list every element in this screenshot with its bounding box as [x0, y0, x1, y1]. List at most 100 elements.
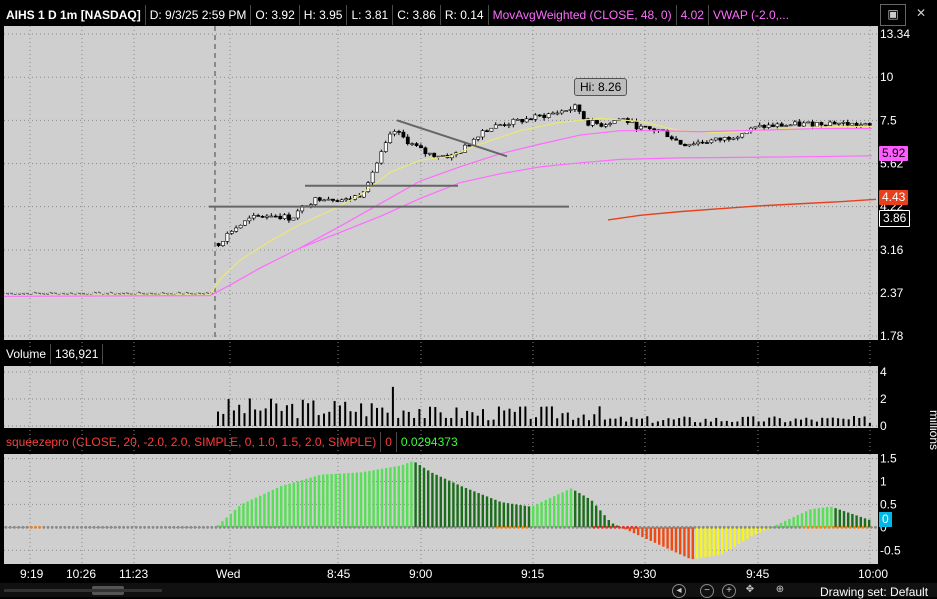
chart-svg: 13.34107.55.624.223.162.371.78420 million…: [3, 26, 937, 564]
squeeze-bar: [267, 491, 270, 528]
squeeze-dot: [332, 525, 335, 529]
squeeze-bar: [586, 497, 589, 528]
collapse-icon[interactable]: ◂: [672, 584, 686, 598]
zoom-out-icon[interactable]: −: [700, 584, 714, 598]
candle-body: [383, 142, 388, 152]
volume-bar: [863, 416, 866, 426]
squeeze-dot: [470, 525, 474, 529]
squeeze-bar: [431, 472, 434, 528]
volume-bar: [360, 403, 363, 426]
squeeze-dot: [202, 525, 205, 529]
candle-body: [705, 142, 709, 144]
volume-bar: [328, 411, 331, 426]
squeeze-bar: [414, 462, 417, 528]
candle-body: [674, 138, 679, 141]
candle-body: [863, 123, 868, 126]
crosshair-icon[interactable]: ⊕: [774, 584, 786, 596]
volume-bar: [275, 403, 278, 426]
squeeze-dot: [529, 525, 533, 529]
squeeze-dot: [34, 525, 37, 529]
candle-body: [696, 141, 701, 145]
squeeze-dot: [374, 525, 377, 529]
squeeze-dot: [428, 525, 432, 529]
volume-bar: [497, 406, 500, 426]
squeeze-bar: [784, 520, 787, 528]
squeeze-dot: [622, 525, 625, 529]
squeeze-dot: [336, 525, 340, 529]
squeeze-bar: [485, 496, 489, 528]
squeeze-dot: [21, 525, 25, 529]
squeeze-dot: [567, 525, 571, 529]
squeeze-bar: [674, 527, 678, 553]
volume-bar: [614, 418, 617, 426]
squeeze-dot: [794, 525, 797, 529]
squeeze-dot: [500, 525, 503, 529]
volume-bar: [243, 413, 246, 426]
squeeze-bar: [708, 527, 711, 557]
price-tick-label: 7.5: [880, 113, 897, 127]
volume-bar: [450, 418, 453, 426]
squeeze-dot: [491, 525, 495, 529]
squeeze-dot: [109, 525, 113, 529]
volume-bar: [503, 410, 506, 426]
squeeze-dot: [256, 525, 260, 529]
squeeze-bar: [662, 527, 665, 547]
candle-body: [238, 224, 243, 229]
squeeze-bar: [498, 501, 501, 528]
candle-body: [691, 143, 696, 146]
squeeze-bar: [578, 493, 581, 528]
squeeze-bar: [343, 473, 346, 528]
candle-body: [621, 118, 626, 120]
squeeze-bar: [238, 506, 241, 528]
candle-body: [225, 233, 230, 242]
horizontal-scrollbar[interactable]: [0, 583, 937, 597]
candle-body: [832, 121, 837, 125]
squeeze-bar: [280, 486, 283, 528]
squeeze-bar: [855, 515, 858, 528]
squeeze-dot: [483, 525, 487, 529]
volume-bar: [683, 416, 686, 426]
volume-bar: [434, 407, 437, 426]
volume-bar: [466, 410, 469, 426]
squeeze-dot: [265, 525, 268, 529]
candle-body: [823, 124, 828, 127]
squeeze-dot: [151, 525, 155, 529]
volume-bar: [323, 413, 325, 426]
time-label: Wed: [216, 567, 241, 581]
squeeze-dot: [25, 525, 29, 529]
volume-bar: [476, 415, 479, 426]
squeeze-bar: [653, 527, 657, 543]
zoom-in-icon[interactable]: +: [722, 584, 736, 598]
squeeze-bar: [385, 468, 388, 528]
pan-icon[interactable]: ✥: [744, 584, 756, 596]
squeeze-dot: [298, 525, 302, 529]
squeeze-bar: [788, 518, 791, 528]
squeeze-bar: [288, 483, 291, 528]
squeeze-dot: [752, 525, 755, 529]
candle-body: [753, 126, 758, 129]
squeeze-dot: [63, 525, 67, 529]
volume-bar: [789, 421, 792, 426]
squeeze-bar: [851, 513, 854, 528]
squeeze-bar: [309, 477, 312, 528]
candle-body: [735, 136, 740, 139]
volume-bar: [826, 418, 829, 426]
squeeze-dot: [554, 525, 558, 529]
volume-bar: [524, 406, 527, 426]
candle-body: [397, 131, 401, 133]
time-label: 9:00: [409, 567, 433, 581]
squeeze-zero-tag: 0: [879, 512, 892, 527]
squeeze-bar: [422, 467, 426, 528]
premarket-tick: [33, 291, 38, 294]
squeeze-bar: [271, 489, 274, 528]
volume-bar: [386, 412, 389, 426]
squeeze-bar: [448, 480, 451, 528]
candle-body: [639, 125, 643, 130]
squeeze-dot: [685, 525, 688, 529]
squeeze-dot: [605, 525, 608, 529]
volume-bar: [635, 418, 638, 426]
squeeze-bar: [691, 527, 694, 560]
squeeze-dot: [391, 525, 394, 529]
candle-body: [379, 151, 384, 164]
squeeze-dot: [227, 525, 231, 529]
